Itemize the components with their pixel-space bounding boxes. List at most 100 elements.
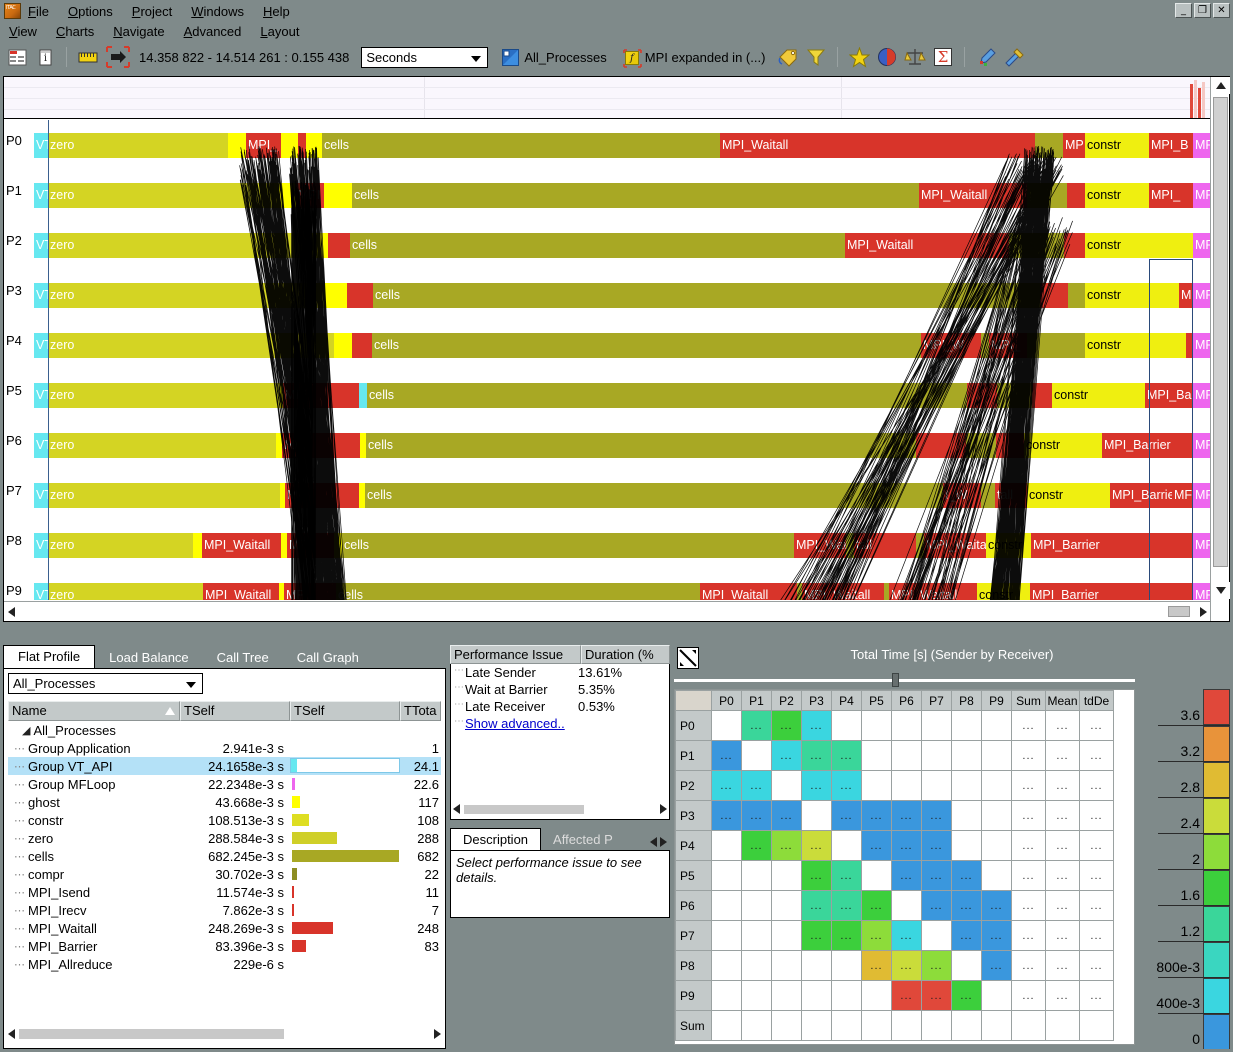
- matrix-cell[interactable]: [802, 801, 832, 831]
- matrix-cell[interactable]: ...: [892, 921, 922, 951]
- matrix-cell[interactable]: ...: [802, 741, 832, 771]
- function-filter-chip[interactable]: f MPI expanded in (...): [623, 49, 766, 66]
- column-header-ttotal[interactable]: TTota: [400, 701, 441, 721]
- issue-row[interactable]: Late Sender13.61%: [451, 664, 669, 681]
- table-row[interactable]: ⋯ MPI_Irecv 7.862e-3 s7: [8, 901, 441, 919]
- table-row[interactable]: ⋯ Group Application 2.941e-3 s 1: [8, 739, 441, 757]
- timeline-horizontal-scrollbar[interactable]: [4, 601, 1210, 621]
- matrix-cell[interactable]: ...: [1080, 831, 1114, 861]
- matrix-cell[interactable]: ...: [1012, 981, 1046, 1011]
- matrix-cell[interactable]: ...: [1046, 891, 1080, 921]
- menu-layout[interactable]: Layout: [259, 24, 300, 39]
- matrix-cell[interactable]: [982, 1011, 1012, 1041]
- matrix-cell[interactable]: [742, 981, 772, 1011]
- matrix-cell[interactable]: [982, 711, 1012, 741]
- tab-scroll-right-icon[interactable]: [660, 837, 667, 847]
- matrix-cell[interactable]: ...: [1046, 981, 1080, 1011]
- issue-row[interactable]: Late Receiver0.53%: [451, 698, 669, 715]
- matrix-cell[interactable]: [1046, 1011, 1080, 1041]
- matrix-cell[interactable]: [892, 741, 922, 771]
- matrix-cell[interactable]: ...: [772, 741, 802, 771]
- time-unit-select[interactable]: Seconds: [361, 47, 488, 68]
- matrix-cell[interactable]: ...: [922, 981, 952, 1011]
- matrix-cell[interactable]: ...: [832, 891, 862, 921]
- matrix-cell[interactable]: [772, 981, 802, 1011]
- matrix-grid[interactable]: P0 P1 P2 P3 P4 P5 P6 P7 P8 P9 Sum Mean tdDe P0.......…: [674, 689, 1135, 1045]
- matrix-cell[interactable]: [982, 981, 1012, 1011]
- vertical-scroll-thumb[interactable]: [1213, 97, 1228, 567]
- matrix-cell[interactable]: [862, 711, 892, 741]
- issues-horizontal-scrollbar[interactable]: [453, 802, 667, 816]
- matrix-scale-slider[interactable]: [674, 673, 1135, 687]
- table-row[interactable]: ⋯ Group VT_API 24.1658e-3 s 24.1: [8, 757, 441, 775]
- issues-list[interactable]: Late Sender13.61%Wait at Barrier5.35%Lat…: [450, 664, 670, 820]
- profile-scroll-thumb[interactable]: [19, 1029, 284, 1039]
- matrix-cell[interactable]: ...: [892, 951, 922, 981]
- matrix-cell[interactable]: [712, 1011, 742, 1041]
- matrix-row-header-p9[interactable]: P9: [676, 981, 712, 1011]
- column-header-name[interactable]: Name: [8, 701, 180, 721]
- table-row[interactable]: ⋯ Group MFLoop 22.2348e-3 s 22.6: [8, 775, 441, 793]
- matrix-cell[interactable]: [982, 861, 1012, 891]
- matrix-cell[interactable]: [772, 891, 802, 921]
- matrix-cell[interactable]: ...: [1080, 741, 1114, 771]
- matrix-cell[interactable]: [742, 741, 772, 771]
- scroll-right-button[interactable]: [1196, 607, 1210, 617]
- star-icon[interactable]: [848, 46, 870, 68]
- matrix-cell[interactable]: ...: [712, 741, 742, 771]
- matrix-cell[interactable]: ...: [1012, 771, 1046, 801]
- matrix-cell[interactable]: ...: [712, 801, 742, 831]
- matrix-cell[interactable]: [862, 1011, 892, 1041]
- matrix-cell[interactable]: ...: [922, 831, 952, 861]
- matrix-cell[interactable]: ...: [952, 981, 982, 1011]
- matrix-cell[interactable]: ...: [1080, 921, 1114, 951]
- menu-windows[interactable]: Windows: [190, 4, 245, 19]
- scroll-up-button[interactable]: [1211, 77, 1230, 94]
- table-row[interactable]: ⋯ compr 30.702e-3 s 22: [8, 865, 441, 883]
- matrix-cell[interactable]: [922, 771, 952, 801]
- matrix-cell[interactable]: ...: [832, 801, 862, 831]
- matrix-cell[interactable]: [862, 861, 892, 891]
- matrix-row-header-p7[interactable]: P7: [676, 921, 712, 951]
- profile-process-select[interactable]: All_Processes: [8, 673, 203, 694]
- matrix-cell[interactable]: [802, 1011, 832, 1041]
- matrix-cell[interactable]: ...: [862, 801, 892, 831]
- matrix-cell[interactable]: [952, 1011, 982, 1041]
- matrix-col-header-p4[interactable]: P4: [832, 691, 862, 711]
- matrix-cell[interactable]: ...: [982, 951, 1012, 981]
- matrix-cell[interactable]: [772, 921, 802, 951]
- tab-call-tree[interactable]: Call Tree: [203, 647, 283, 669]
- matrix-cell[interactable]: ...: [1046, 951, 1080, 981]
- balance-icon[interactable]: [904, 46, 926, 68]
- matrix-cell[interactable]: ...: [772, 711, 802, 741]
- horizontal-scroll-thumb[interactable]: [1168, 606, 1190, 617]
- scroll-left-button[interactable]: [453, 804, 460, 814]
- matrix-cell[interactable]: ...: [922, 951, 952, 981]
- expand-collapse-icon[interactable]: ◢: [22, 724, 30, 737]
- scroll-left-button[interactable]: [8, 1029, 15, 1039]
- process-filter-chip[interactable]: All_Processes: [502, 49, 606, 66]
- matrix-cell[interactable]: [712, 861, 742, 891]
- column-header-tself-value[interactable]: TSelf: [180, 701, 290, 721]
- matrix-row-header-p2[interactable]: P2: [676, 771, 712, 801]
- menu-view[interactable]: View: [8, 24, 38, 39]
- matrix-cell[interactable]: ...: [892, 831, 922, 861]
- timeline-vertical-scrollbar[interactable]: [1210, 77, 1229, 621]
- tab-scroll-left-icon[interactable]: [650, 837, 657, 847]
- matrix-col-header-tdde[interactable]: tdDe: [1080, 691, 1114, 711]
- tab-call-graph[interactable]: Call Graph: [283, 647, 373, 669]
- matrix-cell[interactable]: [832, 981, 862, 1011]
- table-row[interactable]: ⋯ cells 682.245e-3 s 682: [8, 847, 441, 865]
- show-advanced-link[interactable]: Show advanced..: [451, 716, 565, 731]
- close-button[interactable]: ✕: [1213, 3, 1230, 18]
- matrix-cell[interactable]: [832, 951, 862, 981]
- matrix-cell[interactable]: [742, 921, 772, 951]
- matrix-cell[interactable]: [712, 921, 742, 951]
- matrix-cell[interactable]: ...: [1080, 891, 1114, 921]
- minimize-button[interactable]: _: [1175, 3, 1192, 18]
- matrix-row-header-sum[interactable]: Sum: [676, 1011, 712, 1041]
- matrix-cell[interactable]: ...: [922, 891, 952, 921]
- matrix-cell[interactable]: ...: [1012, 741, 1046, 771]
- chart-list-icon[interactable]: [6, 46, 28, 68]
- matrix-cell[interactable]: [1012, 1011, 1046, 1041]
